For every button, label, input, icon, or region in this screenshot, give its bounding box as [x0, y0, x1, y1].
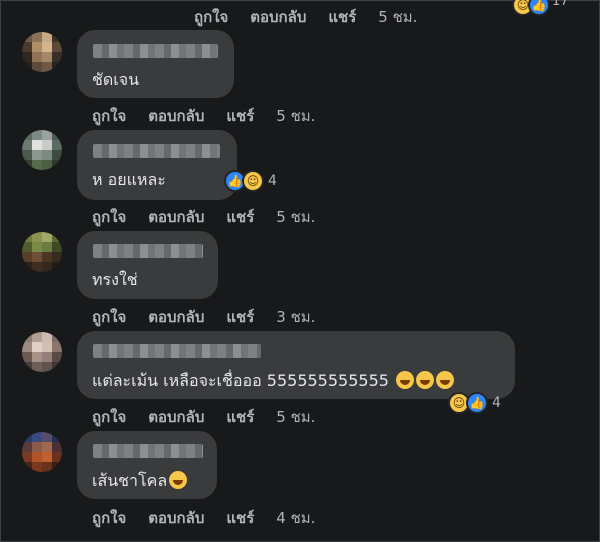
comment-actions: ถูกใจ ตอบกลับ แชร์ 4 ชม. — [92, 506, 315, 530]
reply-link[interactable]: ตอบกลับ — [148, 205, 204, 229]
like-link[interactable]: ถูกใจ — [92, 305, 126, 329]
reply-link[interactable]: ตอบกลับ — [148, 506, 204, 530]
commenter-name[interactable] — [93, 244, 203, 258]
like-reaction-icon: 👍 — [528, 0, 550, 16]
share-link[interactable]: แชร์ — [328, 5, 356, 29]
comment-time[interactable]: 4 ชม. — [276, 506, 315, 530]
commenter-name[interactable] — [93, 344, 261, 358]
top-reaction-count: 17 — [552, 0, 569, 9]
reply-link[interactable]: ตอบกลับ — [250, 5, 306, 29]
comment-text: เส้นชาโคล — [92, 469, 188, 494]
reaction-count: 4 — [492, 395, 501, 411]
reply-link[interactable]: ตอบกลับ — [148, 405, 204, 429]
like-link[interactable]: ถูกใจ — [92, 104, 126, 128]
share-link[interactable]: แชร์ — [226, 506, 254, 530]
like-link[interactable]: ถูกใจ — [92, 506, 126, 530]
comment-reactions[interactable]: ☺ 👍 4 — [448, 392, 501, 414]
share-link[interactable]: แชร์ — [226, 104, 254, 128]
top-comment-actions: ถูกใจ ตอบกลับ แชร์ 5 ชม. — [194, 5, 417, 29]
like-link[interactable]: ถูกใจ — [194, 5, 228, 29]
comment-actions: ถูกใจ ตอบกลับ แชร์ 5 ชม. — [92, 205, 315, 229]
comment-text: แต่ละเม้น เหลือจะเชื่อออ 555555555555 — [92, 369, 455, 394]
avatar[interactable] — [22, 130, 62, 170]
share-link[interactable]: แชร์ — [226, 405, 254, 429]
avatar[interactable] — [22, 332, 62, 372]
comment-actions: ถูกใจ ตอบกลับ แชร์ 5 ชม. — [92, 104, 315, 128]
avatar[interactable] — [22, 232, 62, 272]
like-link[interactable]: ถูกใจ — [92, 205, 126, 229]
comment-text: ห อยแหละ — [92, 170, 166, 189]
avatar[interactable] — [22, 32, 62, 72]
share-link[interactable]: แชร์ — [226, 205, 254, 229]
commenter-name[interactable] — [93, 44, 218, 58]
grin-emoji-icon — [416, 371, 435, 389]
top-reactions[interactable]: ☺ 👍 17 — [512, 0, 569, 16]
commenter-name[interactable] — [93, 144, 220, 158]
comment-time[interactable]: 3 ชม. — [276, 305, 315, 329]
reply-link[interactable]: ตอบกลับ — [148, 305, 204, 329]
commenter-name[interactable] — [93, 444, 203, 458]
comment-time[interactable]: 5 ชม. — [378, 5, 417, 29]
comment-time[interactable]: 5 ชม. — [276, 104, 315, 128]
comment-time[interactable]: 5 ชม. — [276, 205, 315, 229]
like-link[interactable]: ถูกใจ — [92, 405, 126, 429]
grin-emoji-icon — [396, 371, 415, 389]
reply-link[interactable]: ตอบกลับ — [148, 104, 204, 128]
avatar[interactable] — [22, 432, 62, 472]
haha-reaction-icon: ☺ — [242, 170, 264, 192]
sweat-smile-emoji-icon — [169, 471, 188, 489]
comment-actions: ถูกใจ ตอบกลับ แชร์ 3 ชม. — [92, 305, 315, 329]
comment-text: ชัดเจน — [92, 70, 140, 89]
share-link[interactable]: แชร์ — [226, 305, 254, 329]
comment-time[interactable]: 5 ชม. — [276, 405, 315, 429]
comment-text: ทรงใช่ — [92, 270, 138, 289]
comment-actions: ถูกใจ ตอบกลับ แชร์ 5 ชม. — [92, 405, 315, 429]
like-reaction-icon: 👍 — [466, 392, 488, 414]
grin-emoji-icon — [436, 371, 455, 389]
comment-reactions[interactable]: 👍 ☺ 4 — [224, 170, 277, 192]
reaction-count: 4 — [268, 173, 277, 189]
